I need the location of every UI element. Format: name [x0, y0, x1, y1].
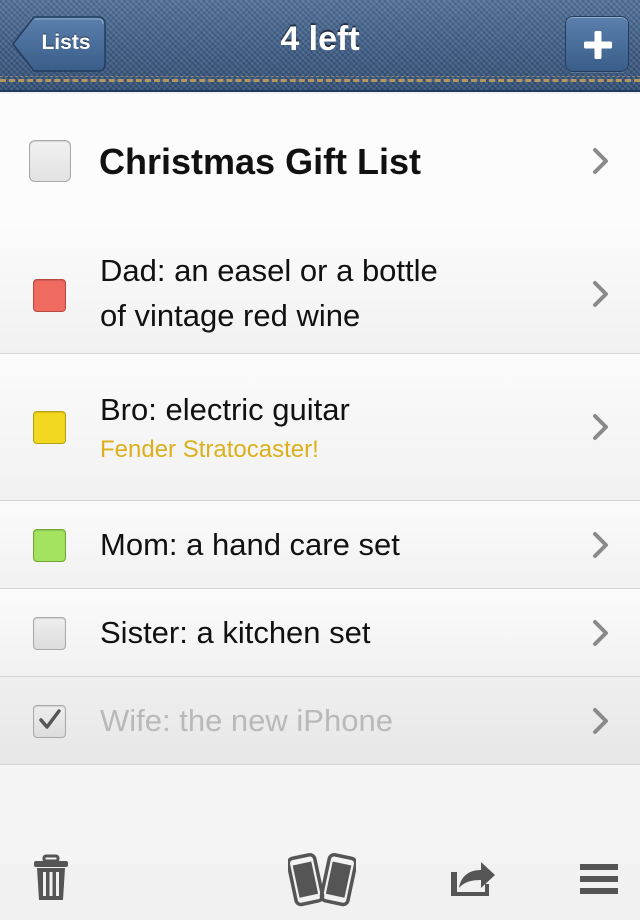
item-text: Wife: the new iPhone: [100, 703, 393, 738]
item-checkbox[interactable]: [33, 529, 66, 562]
lists-back-button[interactable]: Lists: [12, 16, 106, 72]
page-title: 4 left: [280, 20, 360, 58]
item-text: Sister: a kitchen set: [100, 615, 371, 650]
list-item[interactable]: Mom: a hand care set: [0, 501, 640, 589]
chevron-right-icon: [593, 148, 608, 174]
item-text: Mom: a hand care set: [100, 527, 400, 562]
chevron-right-icon: [593, 281, 608, 307]
trash-icon[interactable]: [32, 854, 70, 902]
list-complete-checkbox[interactable]: [29, 140, 71, 182]
list-item[interactable]: Dad: an easel or a bottle of vintage red…: [0, 228, 640, 354]
list-item[interactable]: Bro: electric guitar Fender Stratocaster…: [0, 354, 640, 501]
menu-icon[interactable]: [578, 862, 620, 896]
list-item[interactable]: Sister: a kitchen set: [0, 589, 640, 677]
plus-icon: [584, 31, 612, 59]
share-icon[interactable]: [449, 858, 497, 898]
chevron-right-icon: [593, 532, 608, 558]
stitch-line: [0, 76, 640, 77]
item-checkbox-checked[interactable]: [33, 705, 66, 738]
item-checkbox[interactable]: [33, 411, 66, 444]
checkmark-icon: [39, 709, 61, 729]
item-checkbox[interactable]: [33, 617, 66, 650]
chevron-right-icon: [593, 708, 608, 734]
item-text: Bro: electric guitar: [100, 392, 350, 427]
item-text-line2: of vintage red wine: [100, 298, 361, 333]
list-title: Christmas Gift List: [99, 141, 422, 182]
list-title-row[interactable]: Christmas Gift List: [0, 94, 640, 228]
sync-devices-icon[interactable]: [288, 852, 356, 908]
bottom-toolbar: [0, 853, 640, 920]
stitch-line: [0, 79, 640, 82]
chevron-right-icon: [593, 620, 608, 646]
todo-list: Christmas Gift List Dad: an easel or a b…: [0, 94, 640, 864]
item-text-line1: Dad: an easel or a bottle: [100, 253, 438, 288]
chevron-right-icon: [593, 414, 608, 440]
list-item-completed[interactable]: Wife: the new iPhone: [0, 677, 640, 765]
back-button-label: Lists: [41, 31, 91, 54]
add-item-button[interactable]: [565, 16, 629, 72]
item-checkbox[interactable]: [33, 279, 66, 312]
navigation-bar: Lists 4 left: [0, 0, 640, 92]
item-note: Fender Stratocaster!: [100, 436, 319, 463]
